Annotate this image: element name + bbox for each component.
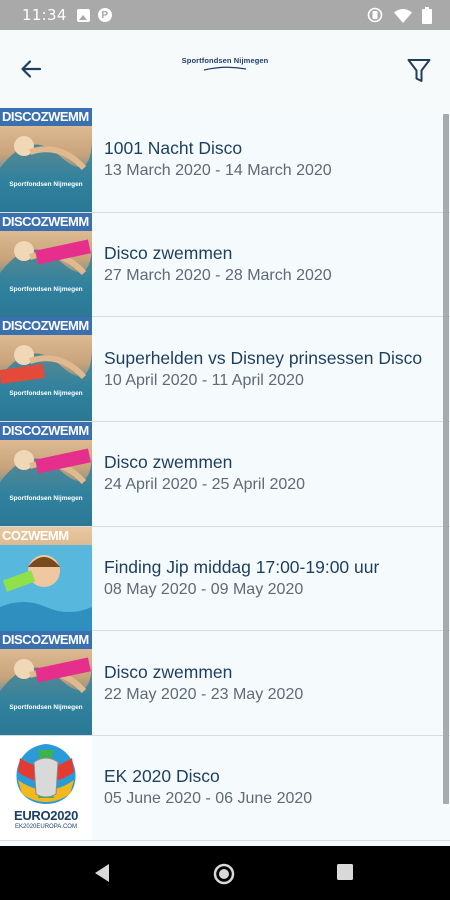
event-title: 1001 Nacht Disco bbox=[104, 138, 243, 159]
event-thumbnail-caption: DISCOZWEMM bbox=[2, 318, 89, 334]
event-list-item[interactable]: Sportfondsen Nijmegen DISCOZWEMM Disco zwe… bbox=[0, 212, 450, 318]
event-thumbnail: Sportfondsen Nijmegen DISCOZWEMM bbox=[0, 212, 92, 317]
event-list-item[interactable]: Sportfondsen Nijmegen DISCOZWEMM 1001 Nach… bbox=[0, 108, 450, 213]
p-notification-icon: P bbox=[97, 8, 112, 22]
event-date: 27 March 2020 - 28 March 2020 bbox=[104, 267, 332, 285]
event-list[interactable]: Sportfondsen Nijmegen DISCOZWEMM 1001 Nach… bbox=[0, 108, 450, 846]
svg-text:Sportfondsen Nijmegen: Sportfondsen Nijmegen bbox=[9, 181, 82, 188]
event-thumbnail-caption: COZWEMM bbox=[2, 527, 69, 543]
event-list-item[interactable]: Sportfondsen Nijmegen DISCOZWEMM Superheld… bbox=[0, 317, 450, 423]
event-date: 08 May 2020 - 09 May 2020 bbox=[104, 581, 304, 599]
event-thumbnail: EURO2020 EK2020EUROPA.COM bbox=[0, 735, 92, 840]
event-thumbnail: COZWEMM bbox=[0, 526, 92, 631]
event-text: Disco zwemmen 24 April 2020 - 25 April 20… bbox=[92, 451, 305, 496]
event-title: Finding Jip middag 17:00-19:00 uur bbox=[104, 557, 380, 578]
event-title: Disco zwemmen bbox=[104, 243, 233, 264]
event-list-item[interactable]: COZWEMM Finding Jip middag 17:00-19:00 uu… bbox=[0, 526, 450, 632]
svg-text:Sportfondsen Nijmegen: Sportfondsen Nijmegen bbox=[9, 390, 82, 397]
filter-icon bbox=[407, 59, 431, 82]
event-thumbnail-caption: DISCOZWEMM bbox=[2, 422, 89, 438]
nav-home-icon[interactable] bbox=[213, 863, 235, 885]
event-thumbnail: Sportfondsen Nijmegen DISCOZWEMM bbox=[0, 631, 92, 736]
event-list-item[interactable]: Sportfondsen Nijmegen DISCOZWEMM Disco zwe… bbox=[0, 421, 450, 527]
arrow-left-icon bbox=[21, 60, 42, 78]
logo-text: Sportfondsen Nijmegen bbox=[181, 56, 269, 65]
event-title: EK 2020 Disco bbox=[104, 766, 220, 787]
scrollbar[interactable] bbox=[443, 114, 449, 804]
event-text: Superhelden vs Disney prinsessen Disco 10… bbox=[92, 347, 422, 392]
svg-text:Sportfondsen Nijmegen: Sportfondsen Nijmegen bbox=[9, 495, 82, 502]
filter-button[interactable] bbox=[402, 54, 436, 88]
status-bar: 11:34 P bbox=[0, 0, 450, 30]
status-time: 11:34 bbox=[22, 6, 67, 24]
app-bar: Sportfondsen Nijmegen bbox=[0, 30, 450, 108]
event-list-item[interactable]: Sportfondsen Nijmegen DISCOZWEMM Disco zwe… bbox=[0, 631, 450, 737]
event-title: Disco zwemmen bbox=[104, 661, 233, 682]
nav-recents-icon[interactable] bbox=[336, 863, 354, 881]
event-text: 1001 Nacht Disco 13 March 2020 - 14 March… bbox=[92, 137, 332, 182]
nav-back-icon[interactable] bbox=[93, 863, 111, 883]
event-title: Disco zwemmen bbox=[104, 452, 233, 473]
event-thumbnail-subcaption: EK2020EUROPA.COM bbox=[15, 823, 77, 830]
image-notification-icon bbox=[76, 8, 90, 22]
event-date: 24 April 2020 - 25 April 2020 bbox=[104, 476, 306, 494]
logo-swoosh bbox=[203, 66, 247, 71]
event-date: 10 April 2020 - 11 April 2020 bbox=[104, 371, 304, 389]
vibrate-icon bbox=[367, 7, 383, 23]
svg-text:Sportfondsen Nijmegen: Sportfondsen Nijmegen bbox=[9, 286, 82, 293]
status-notification-icons: P bbox=[76, 8, 112, 22]
event-text: Finding Jip middag 17:00-19:00 uur 08 May… bbox=[92, 556, 379, 601]
event-title: Superhelden vs Disney prinsessen Disco bbox=[104, 347, 423, 368]
back-button[interactable] bbox=[14, 52, 48, 86]
wifi-icon bbox=[394, 8, 412, 23]
event-thumbnail-caption: EURO2020 bbox=[13, 807, 79, 823]
app-logo: Sportfondsen Nijmegen bbox=[170, 56, 280, 80]
battery-icon bbox=[422, 6, 432, 24]
navigation-bar bbox=[0, 846, 450, 900]
event-thumbnail-caption: DISCOZWEMM bbox=[2, 213, 89, 229]
event-thumbnail: Sportfondsen Nijmegen DISCOZWEMM bbox=[0, 421, 92, 526]
event-thumbnail-caption: DISCOZWEMM bbox=[2, 108, 89, 124]
event-text: EK 2020 Disco 05 June 2020 - 06 June 2020 bbox=[92, 765, 312, 810]
event-date: 22 May 2020 - 23 May 2020 bbox=[104, 685, 304, 703]
svg-text:Sportfondsen Nijmegen: Sportfondsen Nijmegen bbox=[9, 704, 82, 711]
event-thumbnail: Sportfondsen Nijmegen DISCOZWEMM bbox=[0, 317, 92, 422]
event-thumbnail: Sportfondsen Nijmegen DISCOZWEMM bbox=[0, 108, 92, 212]
event-date: 05 June 2020 - 06 June 2020 bbox=[104, 790, 313, 808]
status-system-icons bbox=[366, 6, 432, 24]
event-thumbnail-caption: DISCOZWEMM bbox=[2, 632, 89, 648]
event-list-item[interactable]: EURO2020 EK2020EUROPA.COM EK 2020 Disco 05 … bbox=[0, 735, 450, 841]
event-text: Disco zwemmen 27 March 2020 - 28 March 20… bbox=[92, 242, 332, 287]
event-text: Disco zwemmen 22 May 2020 - 23 May 2020 bbox=[92, 661, 303, 706]
event-date: 13 March 2020 - 14 March 2020 bbox=[104, 162, 332, 180]
